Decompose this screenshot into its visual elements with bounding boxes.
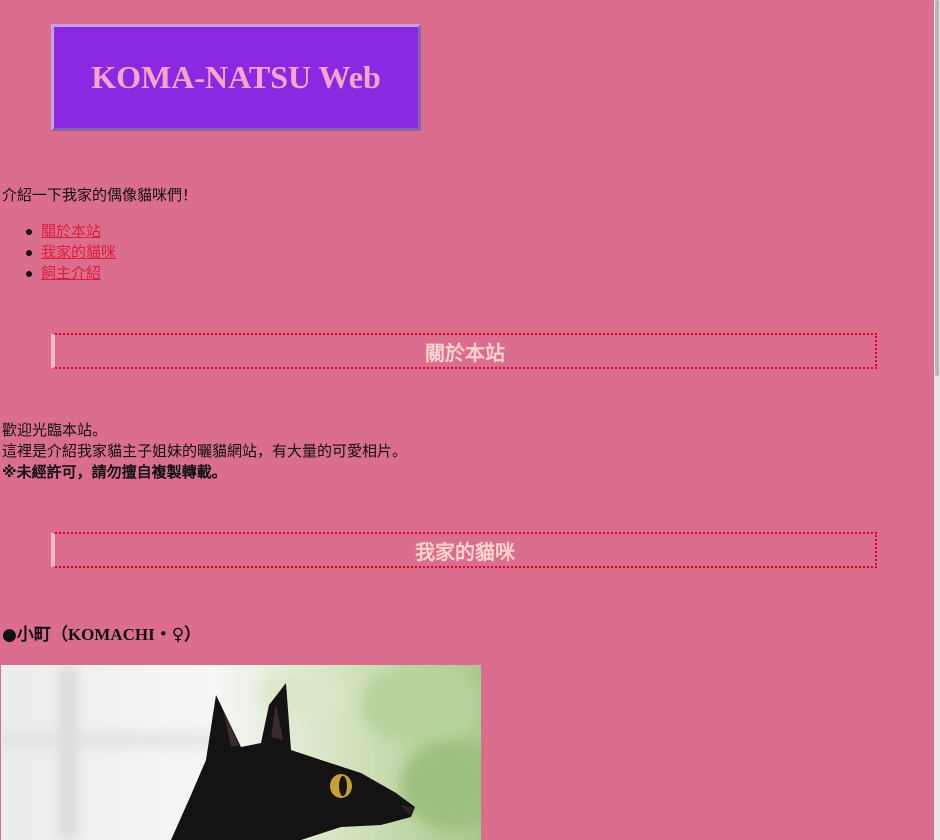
site-nav: 關於本站 我家的貓咪 飼主介紹 [24,221,116,284]
nav-item-owner: 飼主介紹 [24,263,116,284]
nav-item-my-cats: 我家的貓咪 [24,242,116,263]
disc-bullet-icon [26,229,32,235]
site-title-banner: KOMA-NATSU Web [51,24,421,131]
about-text: 歡迎光臨本站。 這裡是介紹我家貓主子姐妹的曬貓網站，有大量的可愛相片。 ※未經許… [2,420,407,483]
cat-name-english: KOMACHI [67,625,155,644]
disc-bullet-icon [26,250,32,256]
cat-photo-komachi [1,665,481,840]
cat-name-prefix: ●小町（ [2,625,68,645]
site-title: KOMA-NATSU Web [91,59,381,95]
nav-link-my-cats[interactable]: 我家的貓咪 [41,243,116,261]
cat-name-heading: ●小町（KOMACHI・♀） [2,620,201,645]
about-line-welcome: 歡迎光臨本站。 [2,421,108,439]
section-heading-about-text: 關於本站 [425,340,505,365]
section-heading-about: 關於本站 [51,333,877,369]
cat-name-suffix: ・♀） [154,625,202,645]
about-line-description: 這裡是介紹我家貓主子姐妹的曬貓網站，有大量的可愛相片。 [2,442,408,460]
intro-text: 介紹一下我家的偶像貓咪們！ [2,186,198,204]
nav-item-about: 關於本站 [24,221,116,242]
nav-link-about[interactable]: 關於本站 [41,222,101,240]
section-heading-cats: 我家的貓咪 [51,532,877,568]
nav-link-owner[interactable]: 飼主介紹 [41,264,101,282]
section-heading-cats-text: 我家的貓咪 [415,539,515,564]
about-line-copyright-notice: ※未經許可，請勿擅自複製轉載。 [2,463,227,481]
scrollbar-thumb[interactable] [935,0,939,376]
vertical-scrollbar[interactable] [934,0,940,840]
black-cat-photo-image [1,665,481,840]
disc-bullet-icon [26,271,32,277]
